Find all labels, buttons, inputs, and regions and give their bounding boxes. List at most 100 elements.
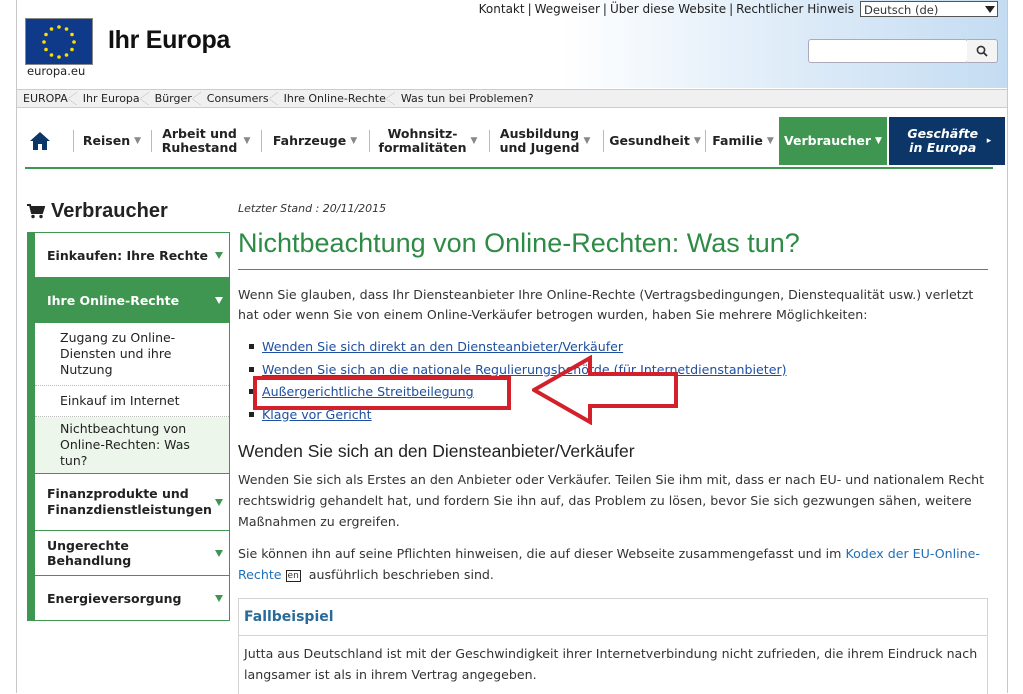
chevron-down-icon bbox=[215, 595, 223, 602]
sidebar-subitem-nichtbeachtung[interactable]: Nichtbeachtung von Online-Rechten: Was t… bbox=[35, 417, 229, 474]
sidebar-subitem-label: Nichtbeachtung von Online-Rechten: Was t… bbox=[60, 421, 190, 468]
last-updated: Letzter Stand : 20/11/2015 bbox=[238, 202, 387, 215]
home-button[interactable] bbox=[25, 117, 55, 165]
option-link-contact-provider[interactable]: Wenden Sie sich direkt an den Diensteanb… bbox=[262, 339, 623, 354]
nav-divider bbox=[73, 130, 74, 152]
search-icon bbox=[976, 45, 988, 57]
sidebar-subitem-label: Zugang zu Online-Diensten und ihre Nutzu… bbox=[60, 330, 176, 377]
about-link[interactable]: Über diese Website bbox=[610, 2, 726, 16]
nav-item-label: Verbraucher bbox=[784, 133, 872, 148]
chevron-down-icon: ▼ bbox=[693, 136, 701, 146]
sidebar-title: Verbraucher bbox=[27, 200, 168, 223]
chevron-right-icon: ▸ bbox=[986, 136, 992, 146]
site-title[interactable]: Ihr Europa bbox=[108, 26, 230, 55]
nav-item-label: Arbeit und Ruhestand bbox=[161, 126, 238, 155]
sidebar-item-einkaufen[interactable]: Einkaufen: Ihre Rechte bbox=[35, 233, 229, 278]
breadcrumb-item[interactable]: Bürger bbox=[149, 90, 201, 107]
paragraph-text: ausführlich beschrieben sind. bbox=[304, 567, 494, 582]
section-paragraph: Wenden Sie sich als Erstes an den Anbiet… bbox=[238, 472, 985, 529]
sidebar-subitem-einkauf[interactable]: Einkauf im Internet bbox=[35, 386, 229, 417]
nav-item-familie[interactable]: Familie ▼ bbox=[709, 117, 777, 165]
chevron-down-icon bbox=[215, 499, 223, 506]
sidebar-item-label: Ihre Online-Rechte bbox=[47, 292, 180, 308]
chevron-down-icon: ▼ bbox=[875, 136, 882, 146]
section-title: Wenden Sie sich an den Diensteanbieter/V… bbox=[238, 441, 635, 461]
contact-link[interactable]: Kontakt bbox=[479, 2, 525, 16]
sidebar-item-online-rechte[interactable]: Ihre Online-Rechte bbox=[35, 278, 229, 323]
sidebar-subitem-zugang[interactable]: Zugang zu Online-Diensten und ihre Nutzu… bbox=[35, 323, 229, 386]
main-nav: Reisen ▼ Arbeit und Ruhestand ▼ Fahrzeuge ▼… bbox=[25, 117, 1005, 169]
chevron-down-icon bbox=[215, 550, 223, 557]
title-divider bbox=[238, 269, 988, 270]
nav-item-arbeit[interactable]: Arbeit und Ruhestand ▼ bbox=[155, 117, 255, 165]
intro-text: Wenn Sie glauben, dass Ihr Diensteanbiet… bbox=[238, 287, 974, 322]
sidebar-item-label: Finanzprodukte und Finanzdienstleistunge… bbox=[47, 486, 212, 517]
case-title: Fallbeispiel bbox=[244, 609, 334, 625]
sidebar-item-ungerechte[interactable]: Ungerechte Behandlung bbox=[35, 531, 229, 576]
shopping-cart-icon bbox=[27, 204, 46, 219]
nav-item-verbraucher[interactable]: Verbraucher ▼ bbox=[779, 117, 887, 165]
eu-flag-logo[interactable] bbox=[25, 18, 93, 65]
case-text: Jutta aus Deutschland ist mit der Geschw… bbox=[244, 646, 978, 682]
case-example-box: Fallbeispiel Jutta aus Deutschland ist m… bbox=[238, 598, 988, 694]
sidebar-item-label: Einkaufen: Ihre Rechte bbox=[47, 247, 208, 263]
nav-item-label: Geschäfte in Europa bbox=[907, 126, 979, 155]
search-button[interactable] bbox=[967, 39, 998, 63]
nav-item-gesundheit[interactable]: Gesundheit ▼ bbox=[607, 117, 703, 165]
language-en-badge: en bbox=[285, 570, 301, 582]
sidebar-menu: Einkaufen: Ihre Rechte Ihre Online-Recht… bbox=[27, 232, 230, 621]
chevron-down-icon bbox=[215, 297, 223, 304]
sidebar-item-label: Energieversorgung bbox=[47, 590, 182, 606]
section-paragraph-2: Sie können ihn auf seine Pflichten hinwe… bbox=[238, 543, 990, 585]
annotation-arrow-icon bbox=[532, 355, 678, 425]
chevron-down-icon: ▼ bbox=[134, 136, 142, 146]
search-input[interactable] bbox=[808, 39, 968, 63]
page-frame: Kontakt | Wegweiser | Über diese Website | Rec… bbox=[16, 0, 1008, 694]
nav-divider bbox=[261, 130, 262, 152]
nav-divider bbox=[369, 130, 370, 152]
nav-item-label: Wohnsitz-formalitäten bbox=[378, 126, 467, 155]
nav-item-wohnsitz[interactable]: Wohnsitz-formalitäten ▼ bbox=[373, 117, 483, 165]
logo-caption: europa.eu bbox=[27, 64, 86, 78]
sidebar-item-energie[interactable]: Energieversorgung bbox=[35, 576, 229, 620]
top-links: Kontakt | Wegweiser | Über diese Website | Rec… bbox=[478, 2, 854, 16]
chevron-down-icon bbox=[985, 6, 995, 13]
legal-link[interactable]: Rechtlicher Hinweis bbox=[736, 2, 854, 16]
site-header: Kontakt | Wegweiser | Über diese Website | Rec… bbox=[17, 0, 1007, 88]
language-select[interactable]: Deutsch (de) bbox=[860, 1, 998, 17]
nav-divider bbox=[603, 130, 604, 152]
chevron-down-icon: ▼ bbox=[766, 136, 774, 146]
sidebar-item-label: Ungerechte Behandlung bbox=[47, 538, 132, 568]
sidebar-item-finanzprodukte[interactable]: Finanzprodukte und Finanzdienstleistunge… bbox=[35, 474, 229, 531]
breadcrumb-current: Was tun bei Problemen? bbox=[400, 92, 534, 105]
breadcrumb-item[interactable]: Ihr Europa bbox=[77, 90, 149, 107]
option-link-regulator[interactable]: Wenden Sie sich an die nationale Regulie… bbox=[262, 362, 787, 377]
nav-item-label: Gesundheit bbox=[609, 133, 690, 148]
home-icon bbox=[30, 132, 50, 150]
chevron-down-icon: ▼ bbox=[583, 136, 591, 146]
nav-item-fahrzeuge[interactable]: Fahrzeuge ▼ bbox=[265, 117, 365, 165]
nav-item-ausbildung[interactable]: Ausbildung und Jugend ▼ bbox=[493, 117, 597, 165]
page-title: Nichtbeachtung von Online-Rechten: Was t… bbox=[238, 228, 800, 258]
breadcrumb-item[interactable]: Consumers bbox=[201, 90, 278, 107]
nav-item-label: Reisen bbox=[82, 133, 131, 148]
nav-item-label: Ausbildung und Jugend bbox=[499, 126, 580, 155]
breadcrumb-item[interactable]: EUROPA bbox=[17, 90, 77, 107]
chevron-down-icon: ▼ bbox=[243, 136, 251, 146]
highlight-box bbox=[253, 376, 511, 410]
list-item: Wenden Sie sich direkt an den Diensteanb… bbox=[249, 336, 787, 359]
nav-item-geschaefte[interactable]: Geschäfte in Europa ▸ bbox=[889, 117, 1005, 165]
nav-item-label: Familie bbox=[712, 133, 763, 148]
nav-item-reisen[interactable]: Reisen ▼ bbox=[77, 117, 147, 165]
nav-item-label: Fahrzeuge bbox=[272, 133, 347, 148]
chevron-down-icon: ▼ bbox=[350, 136, 358, 146]
sidebar-subitem-label: Einkauf im Internet bbox=[60, 393, 180, 408]
guide-link[interactable]: Wegweiser bbox=[535, 2, 600, 16]
language-select-value: Deutsch (de) bbox=[864, 3, 939, 17]
chevron-down-icon bbox=[215, 252, 223, 259]
breadcrumb-item[interactable]: Ihre Online-Rechte bbox=[278, 90, 396, 107]
eu-stars-icon bbox=[42, 25, 76, 59]
chevron-down-icon: ▼ bbox=[470, 136, 478, 146]
case-divider bbox=[239, 635, 987, 636]
nav-divider bbox=[705, 130, 706, 152]
